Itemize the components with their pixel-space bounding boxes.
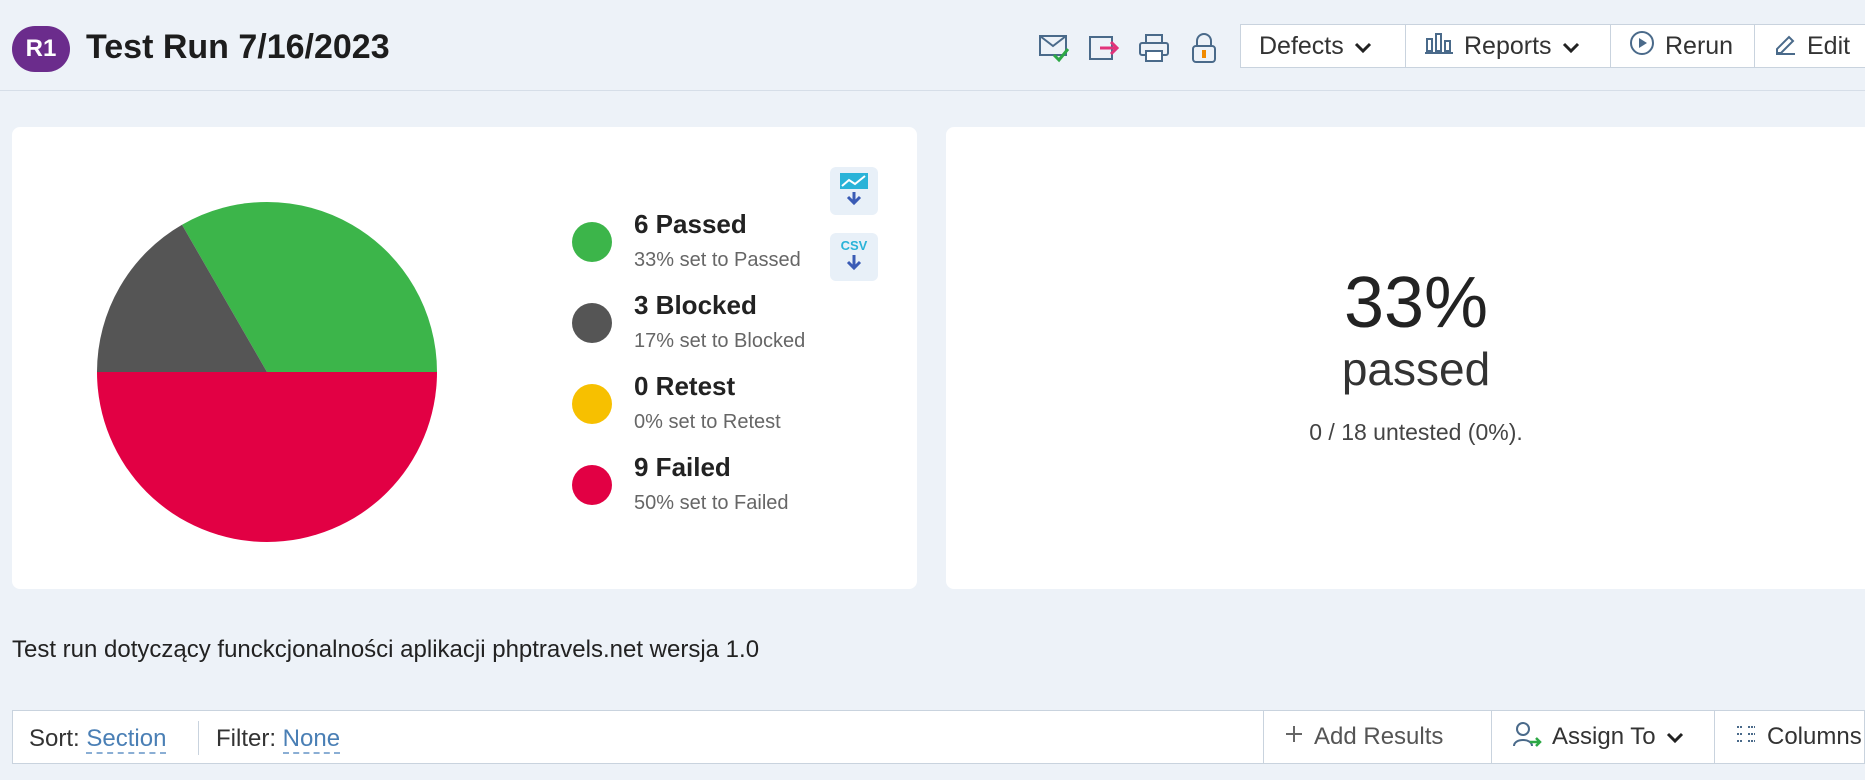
chart-download-icon [839, 172, 869, 211]
legend-dot-failed [572, 465, 612, 505]
legend-dot-passed [572, 222, 612, 262]
legend-title-passed: 6 Passed [634, 209, 747, 239]
passed-label: passed [1341, 343, 1491, 395]
export-icon[interactable] [1084, 28, 1124, 68]
legend-subtitle-passed: 33% set to Passed [634, 249, 801, 271]
untested-summary: 0 / 18 untested (0%). [1309, 419, 1523, 445]
legend-subtitle-failed: 50% set to Failed [634, 492, 789, 514]
pencil-icon [1773, 31, 1797, 62]
edit-label: Edit [1807, 31, 1851, 60]
legend-subtitle-retest: 0% set to Retest [634, 411, 781, 433]
sort-value-link[interactable]: Section [86, 725, 167, 754]
assign-to-dropdown[interactable]: Assign To [1491, 711, 1715, 763]
download-image-button[interactable] [830, 167, 878, 215]
sort-label: Sort: [29, 725, 80, 752]
download-arrow-icon [844, 253, 864, 276]
lock-icon[interactable] [1184, 28, 1224, 68]
pie-slice-failed[interactable] [97, 372, 437, 542]
play-circle-icon [1629, 30, 1655, 63]
filter-label: Filter: [216, 725, 276, 752]
bar-chart-icon [1424, 31, 1454, 62]
legend-title-failed: 9 Failed [634, 452, 731, 482]
page-title: Test Run 7/16/2023 [86, 28, 390, 66]
filter-control: Filter: None [216, 725, 341, 754]
filter-bar: Sort: Section Filter: None Add Results A… [12, 710, 1865, 764]
status-pie-chart [97, 201, 437, 542]
run-description: Test run dotyczący funckcjonalności apli… [12, 636, 760, 663]
rerun-label: Rerun [1665, 31, 1734, 60]
summary-panel: 33% passed 0 / 18 untested (0%). [946, 127, 1865, 589]
edit-button[interactable]: Edit [1754, 24, 1865, 68]
columns-label: Columns [1767, 723, 1862, 750]
columns-icon [1735, 723, 1757, 751]
chevron-down-icon [1354, 32, 1372, 61]
chevron-down-icon [1562, 32, 1580, 61]
reports-label: Reports [1464, 31, 1552, 60]
defects-dropdown[interactable]: Defects [1240, 24, 1406, 68]
filter-value-link[interactable]: None [282, 725, 341, 754]
chevron-down-icon [1666, 723, 1684, 751]
sort-control: Sort: Section [29, 725, 167, 754]
plus-icon [1284, 723, 1304, 751]
divider [198, 721, 199, 755]
legend-title-blocked: 3 Blocked [634, 290, 757, 320]
add-results-button[interactable]: Add Results [1263, 711, 1492, 763]
passed-percentage: 33% [1343, 263, 1489, 343]
legend-title-retest: 0 Retest [634, 371, 736, 401]
run-header: R1 Test Run 7/16/2023 Defects Reports Re… [0, 0, 1865, 91]
run-badge: R1 [12, 26, 70, 72]
legend-dot-retest [572, 384, 612, 424]
legend-subtitle-blocked: 17% set to Blocked [634, 330, 806, 352]
add-results-label: Add Results [1314, 723, 1444, 750]
reports-dropdown[interactable]: Reports [1405, 24, 1611, 68]
rerun-button[interactable]: Rerun [1610, 24, 1755, 68]
csv-label: CSV [840, 237, 868, 253]
assign-user-icon [1512, 720, 1542, 755]
print-icon[interactable] [1134, 28, 1174, 68]
columns-button[interactable]: Columns [1714, 711, 1865, 763]
defects-label: Defects [1259, 31, 1344, 60]
assign-to-label: Assign To [1552, 723, 1656, 750]
download-csv-button[interactable]: CSV [830, 233, 878, 281]
email-check-icon[interactable] [1034, 28, 1074, 68]
legend-dot-blocked [572, 303, 612, 343]
status-chart-panel: 6 Passed 33% set to Passed 3 Blocked 17%… [12, 127, 917, 589]
